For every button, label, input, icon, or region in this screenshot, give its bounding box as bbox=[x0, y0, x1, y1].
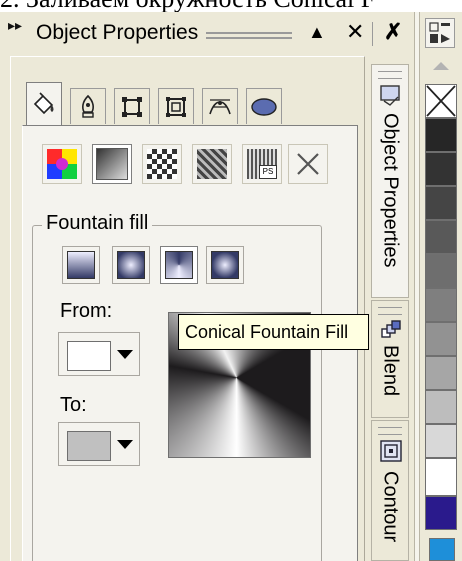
palette-scroll-up-icon[interactable] bbox=[433, 62, 449, 70]
palette-swatch[interactable] bbox=[425, 458, 457, 496]
palette-swatch[interactable] bbox=[425, 424, 457, 458]
side-tab-label: Contour bbox=[379, 471, 402, 543]
linear-fill-style-button[interactable] bbox=[62, 246, 100, 284]
to-color-swatch bbox=[67, 431, 111, 461]
conical-fill-style-button[interactable] bbox=[160, 246, 198, 284]
to-label: To: bbox=[60, 394, 87, 416]
palette-swatch-none[interactable] bbox=[425, 84, 457, 118]
double-frame-icon bbox=[166, 96, 186, 117]
x-icon bbox=[297, 153, 319, 175]
to-color-picker[interactable] bbox=[58, 422, 140, 466]
title-grip-line bbox=[206, 37, 292, 39]
curve-icon bbox=[209, 98, 231, 114]
object-properties-icon bbox=[380, 85, 400, 106]
ps-icon: PS bbox=[247, 149, 277, 179]
docker-title: Object Properties bbox=[36, 21, 199, 44]
postscript-fill-button[interactable]: PS bbox=[242, 144, 282, 184]
side-tab-object-properties[interactable]: Object Properties bbox=[371, 64, 409, 298]
palette-swatch[interactable] bbox=[425, 288, 457, 322]
tab-general[interactable] bbox=[114, 88, 150, 124]
radial-fill-style-button[interactable] bbox=[112, 246, 150, 284]
from-label: From: bbox=[60, 300, 113, 322]
collapse-up-icon[interactable]: ▲ bbox=[308, 22, 326, 43]
palette-options-button[interactable] bbox=[425, 18, 455, 48]
side-tab-contour[interactable]: Contour bbox=[371, 420, 409, 561]
fountain-fill-label: Fountain fill bbox=[42, 212, 153, 235]
tooltip: Conical Fountain Fill bbox=[178, 314, 369, 350]
pattern-fill-button[interactable] bbox=[142, 144, 182, 184]
texture-fill-button[interactable] bbox=[192, 144, 232, 184]
from-color-picker[interactable] bbox=[58, 332, 140, 376]
palette-swatch[interactable] bbox=[429, 538, 455, 561]
side-tab-label: Blend bbox=[379, 345, 402, 397]
frame-icon bbox=[122, 96, 142, 117]
title-grip-line bbox=[206, 32, 292, 34]
tab-detail[interactable] bbox=[158, 88, 194, 124]
paint-bucket-icon bbox=[33, 91, 54, 114]
dropdown-arrow-icon bbox=[117, 350, 133, 359]
uniform-fill-button[interactable] bbox=[42, 144, 82, 184]
page-caption: 2. Заливаем окружность Conical F bbox=[0, 0, 420, 12]
palette-swatch[interactable] bbox=[425, 118, 457, 152]
pen-nib-icon bbox=[82, 94, 94, 118]
tab-outline[interactable] bbox=[70, 88, 106, 124]
square-fill-style-button[interactable] bbox=[206, 246, 244, 284]
from-color-swatch bbox=[67, 341, 111, 371]
palette-swatch[interactable] bbox=[425, 356, 457, 390]
close-icon[interactable]: ✕ bbox=[346, 19, 364, 45]
palette-swatch[interactable] bbox=[425, 322, 457, 356]
no-fill-button[interactable] bbox=[288, 144, 328, 184]
tab-bitmap[interactable] bbox=[202, 88, 238, 124]
palette-swatch[interactable] bbox=[425, 254, 457, 288]
no-color-icon bbox=[426, 85, 456, 117]
blend-icon bbox=[381, 320, 401, 338]
ellipse-icon bbox=[251, 97, 277, 116]
dropdown-arrow-icon bbox=[117, 440, 133, 449]
texture-icon bbox=[197, 149, 227, 179]
fountain-fill-button[interactable] bbox=[92, 144, 132, 184]
palette-menu-icon bbox=[429, 22, 450, 43]
side-tab-blend[interactable]: Blend bbox=[371, 300, 409, 418]
palette-swatch[interactable] bbox=[425, 390, 457, 424]
palette-swatch[interactable] bbox=[425, 220, 457, 254]
tab-ellipse[interactable] bbox=[246, 88, 282, 124]
double-right-arrow-icon[interactable]: ▸▸ bbox=[8, 17, 22, 34]
color-square-icon bbox=[47, 149, 77, 179]
side-tab-label: Object Properties bbox=[379, 113, 402, 268]
palette-swatch[interactable] bbox=[425, 496, 457, 530]
palette-swatch[interactable] bbox=[425, 186, 457, 220]
gradient-square-icon bbox=[96, 148, 128, 180]
tab-fill[interactable] bbox=[26, 82, 62, 126]
checker-pattern-icon bbox=[147, 149, 177, 179]
close-bold-icon[interactable]: ✗ bbox=[384, 19, 402, 45]
palette-swatch[interactable] bbox=[425, 152, 457, 186]
contour-icon bbox=[380, 440, 402, 462]
title-divider bbox=[372, 22, 373, 46]
